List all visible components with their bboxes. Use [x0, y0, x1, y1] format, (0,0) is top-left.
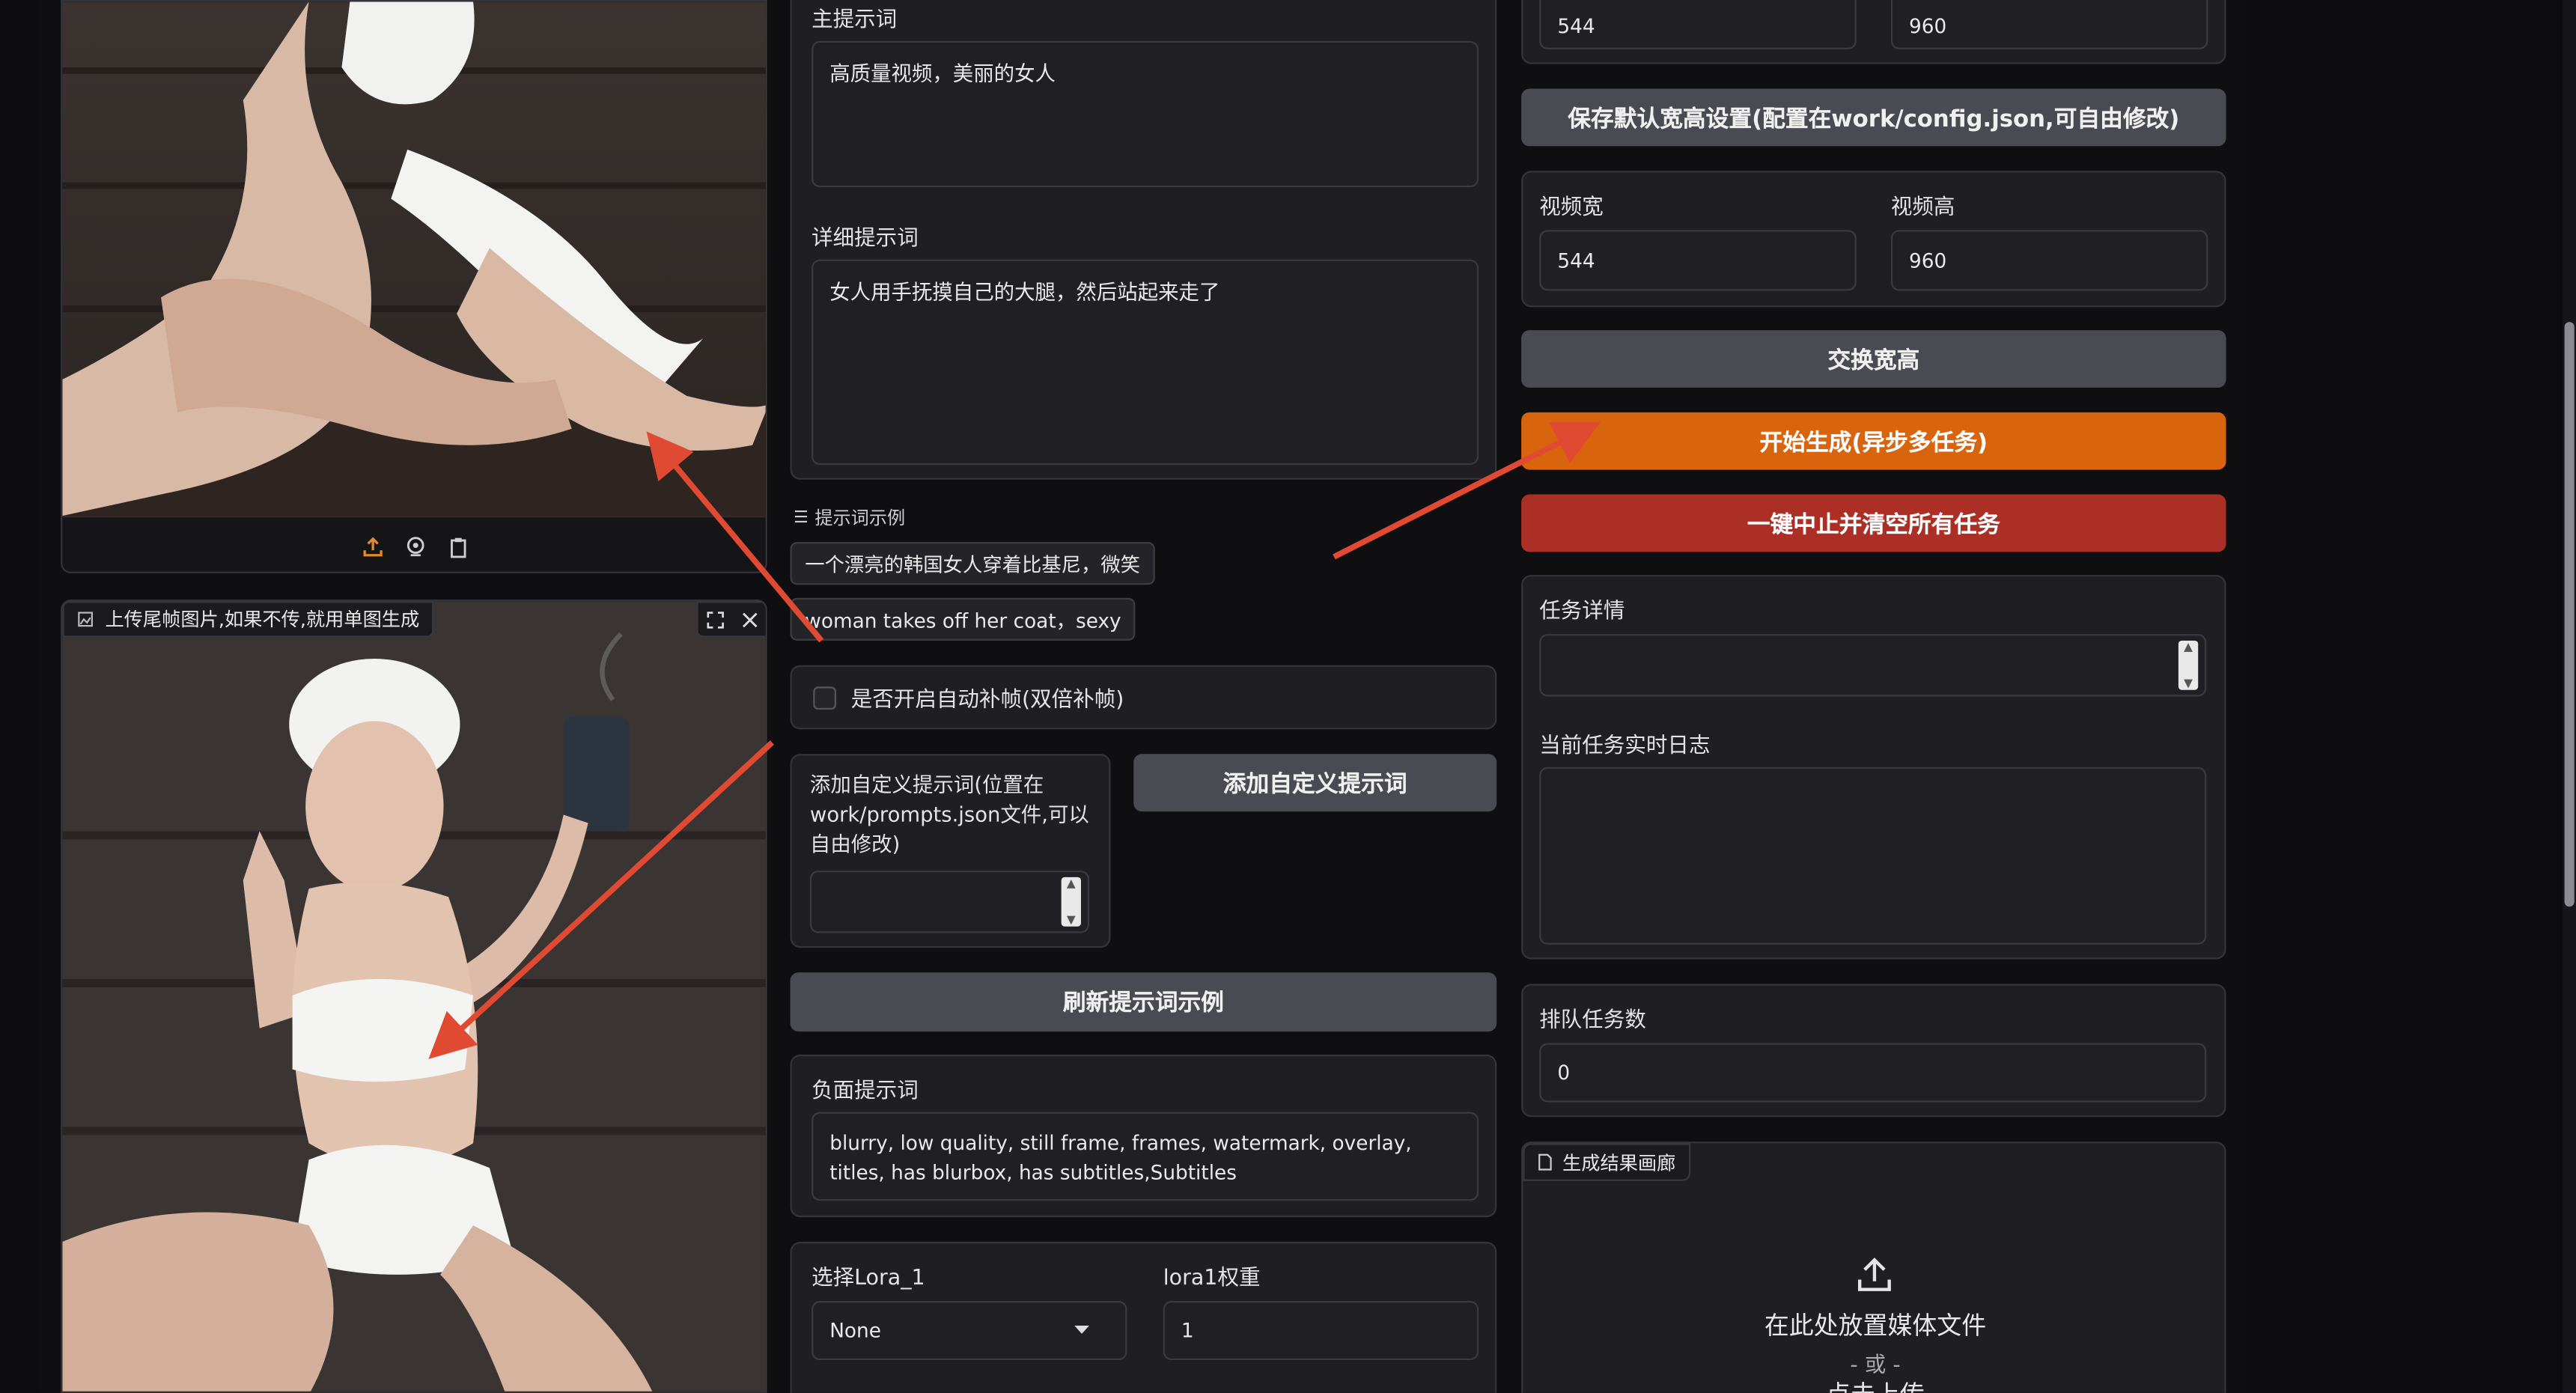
gallery-label: 生成结果画廊 [1562, 1150, 1676, 1174]
or-text: - 或 - [1850, 1353, 1901, 1379]
negative-prompt-panel: 负面提示词 blurry, low quality, still frame, … [790, 1054, 1497, 1218]
task-panel: 任务详情 ▲ ▼ 当前任务实时日志 [1521, 575, 2226, 960]
end-frame-label: 上传尾帧图片,如果不传,就用单图生成 [105, 607, 420, 631]
end-frame-image [62, 601, 766, 1392]
lora-panel: 选择Lora_1 None lora1权重 1 [790, 1242, 1497, 1393]
video-size-panel: 视频宽 544 视频高 960 [1521, 171, 2226, 308]
start-generate-button[interactable]: 开始生成(异步多任务) [1521, 412, 2226, 470]
swap-size-button[interactable]: 交换宽高 [1521, 330, 2226, 388]
start-frame-panel[interactable] [61, 0, 767, 573]
negative-prompt-textarea[interactable]: blurry, low quality, still frame, frames… [812, 1112, 1479, 1201]
main-prompt-label: 主提示词 [812, 7, 898, 33]
file-icon [1538, 1153, 1552, 1171]
lora-select-label: 选择Lora_1 [812, 1266, 925, 1291]
webcam-icon[interactable] [404, 534, 427, 558]
upload-icon[interactable] [362, 534, 385, 558]
stop-all-button[interactable]: 一键中止并清空所有任务 [1521, 494, 2226, 552]
example-chip-2[interactable]: woman takes off her coat，sexy [790, 597, 1136, 641]
gallery-tab: 生成结果画廊 [1523, 1143, 1691, 1181]
end-frame-panel[interactable]: 上传尾帧图片,如果不传,就用单图生成 [61, 599, 767, 1393]
queue-count-input[interactable]: 0 [1539, 1043, 2207, 1103]
examples-label: 提示词示例 [814, 507, 906, 529]
add-custom-prompt-button[interactable]: 添加自定义提示词 [1133, 754, 1497, 812]
clipboard-icon[interactable] [447, 534, 470, 558]
default-size-panel: 544 960 [1521, 0, 2226, 64]
task-detail-label: 任务详情 [1539, 599, 1625, 624]
video-height-label: 视频高 [1890, 195, 1955, 221]
examples-header: ☰ 提示词示例 [794, 505, 905, 531]
number-spinner[interactable]: ▲ ▼ [1061, 877, 1081, 927]
lora-weight-input[interactable]: 1 [1163, 1301, 1479, 1361]
gallery-panel[interactable]: 生成结果画廊 在此处放置媒体文件 - 或 - 点击上传 [1521, 1141, 2226, 1393]
app-root: 上传尾帧图片,如果不传,就用单图生成 主提示词 高质量视频，美丽的女人 详细提示… [0, 0, 2576, 1393]
custom-prompt-input[interactable]: ▲ ▼ [809, 871, 1089, 933]
click-upload-text[interactable]: 点击上传 [1523, 1377, 2227, 1393]
close-icon[interactable] [741, 610, 759, 628]
queue-panel: 排队任务数 0 [1521, 984, 2226, 1118]
chevron-down-icon [1074, 1325, 1089, 1334]
auto-interp-label: 是否开启自动补帧(双倍补帧) [850, 688, 1124, 713]
lora-select[interactable]: None [812, 1301, 1127, 1361]
custom-prompt-panel: 添加自定义提示词(位置在work/prompts.json文件,可以自由修改) … [790, 754, 1111, 948]
fullscreen-icon[interactable] [707, 610, 725, 628]
auto-interp-checkbox[interactable] [813, 686, 837, 709]
detail-prompt-textarea[interactable]: 女人用手抚摸自己的大腿，然后站起来走了 [812, 259, 1479, 466]
textarea-scroll-arrows[interactable]: ▲ ▼ [2178, 640, 2199, 690]
start-frame-image [62, 1, 766, 516]
default-height-input[interactable]: 960 [1890, 0, 2208, 49]
negative-prompt-label: 负面提示词 [812, 1079, 919, 1104]
end-frame-controls [696, 601, 766, 638]
lora-select-value: None [829, 1319, 881, 1342]
video-width-input[interactable]: 544 [1539, 230, 1857, 291]
end-frame-tab: 上传尾帧图片,如果不传,就用单图生成 [62, 601, 435, 638]
video-width-label: 视频宽 [1539, 195, 1604, 221]
save-default-size-button[interactable]: 保存默认宽高设置(配置在work/config.json,可自由修改) [1521, 88, 2226, 147]
lora-weight-label: lora1权重 [1163, 1266, 1261, 1291]
video-height-input[interactable]: 960 [1890, 230, 2208, 291]
task-detail-textarea[interactable]: ▲ ▼ [1539, 634, 2207, 697]
log-label: 当前任务实时日志 [1539, 734, 1711, 759]
drop-text: 在此处放置媒体文件 [1764, 1311, 1987, 1341]
default-width-input[interactable]: 544 [1539, 0, 1857, 49]
list-icon: ☰ [793, 508, 809, 527]
auto-interp-panel[interactable]: 是否开启自动补帧(双倍补帧) [790, 665, 1497, 730]
upload-toolbar [62, 516, 766, 572]
upload-icon [1857, 1258, 1891, 1291]
custom-prompt-label: 添加自定义提示词(位置在work/prompts.json文件,可以自由修改) [809, 772, 1089, 856]
image-icon [78, 612, 93, 627]
refresh-examples-button[interactable]: 刷新提示词示例 [790, 972, 1497, 1032]
scrollbar-thumb[interactable] [2564, 322, 2575, 907]
log-textarea[interactable] [1539, 766, 2207, 945]
example-chip-1[interactable]: 一个漂亮的韩国女人穿着比基尼，微笑 [790, 542, 1155, 585]
queue-label: 排队任务数 [1539, 1008, 1646, 1034]
main-prompt-textarea[interactable]: 高质量视频，美丽的女人 [812, 40, 1479, 188]
prompt-group: 主提示词 高质量视频，美丽的女人 详细提示词 女人用手抚摸自己的大腿，然后站起来… [790, 0, 1497, 480]
detail-prompt-label: 详细提示词 [812, 226, 919, 252]
